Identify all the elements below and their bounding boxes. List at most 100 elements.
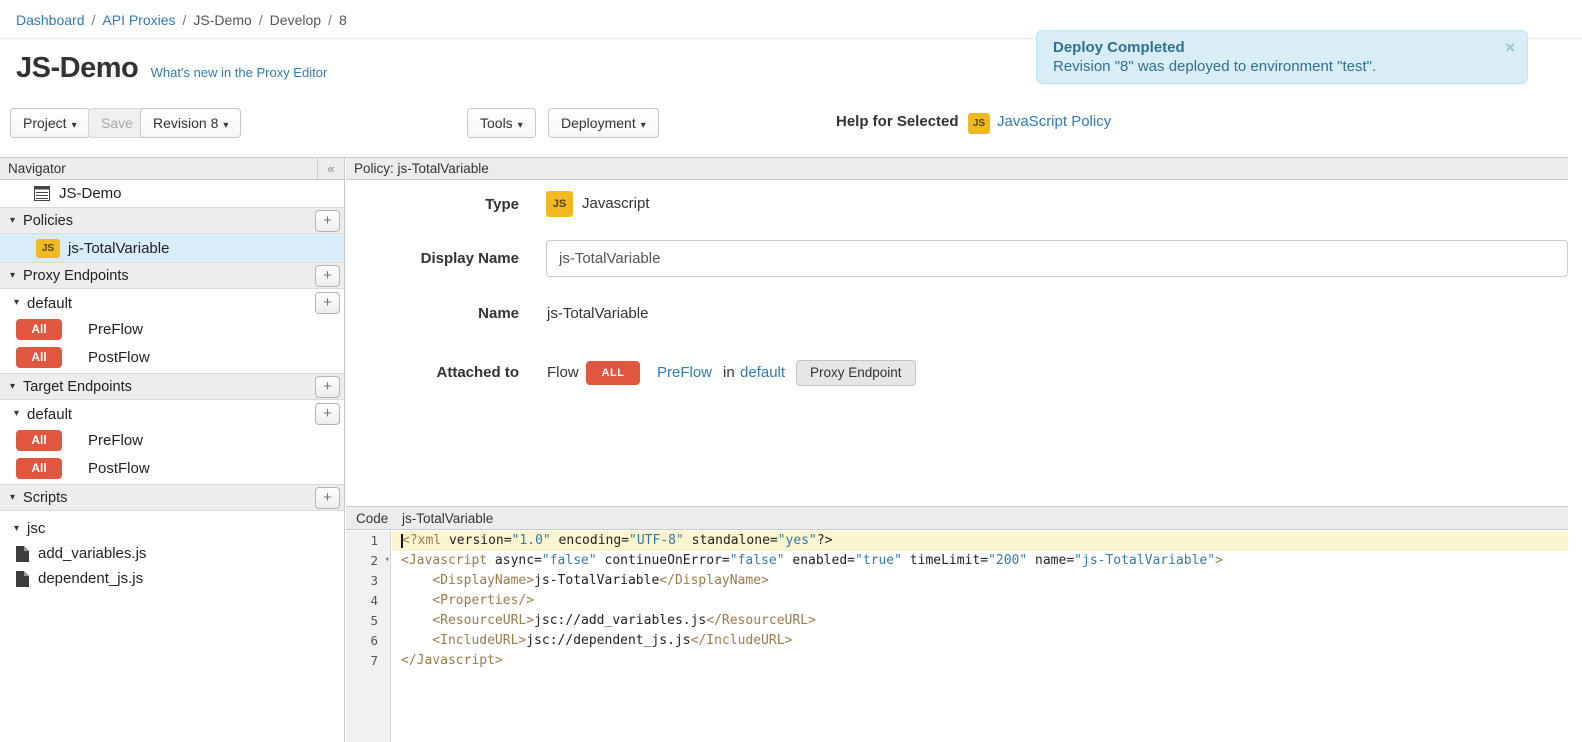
project-dropdown-button[interactable]: Project▾ [10, 108, 90, 138]
nav-item-label: add_variables.js [38, 545, 146, 562]
nav-section-policies[interactable]: ▾Policies+ [0, 207, 344, 234]
nav-item-label: default [27, 406, 72, 423]
all-condition-badge: All [16, 319, 62, 340]
nav-section-scripts[interactable]: ▾Scripts+ [0, 484, 344, 511]
nav-item-js-totalvariable[interactable]: JSjs-TotalVariable [0, 234, 344, 262]
nav-item-add-variables-js[interactable]: add_variables.js [0, 541, 344, 566]
nav-item-postflow[interactable]: AllPostFlow [0, 345, 344, 370]
line-number: 6 [370, 633, 378, 648]
add-target-endpoints-button[interactable]: + [315, 376, 340, 398]
name-value: js-TotalVariable [547, 305, 648, 322]
add-proxy-endpoints-button[interactable]: + [315, 265, 340, 287]
code-editor[interactable]: 12▾34567 <?xml version="1.0" encoding="U… [346, 531, 1568, 742]
nav-item-preflow[interactable]: AllPreFlow [0, 428, 344, 453]
breadcrumb-separator: / [92, 12, 96, 28]
add-flow-button[interactable]: + [315, 403, 340, 425]
code-token: ?> [817, 533, 833, 548]
add-scripts-button[interactable]: + [315, 487, 340, 509]
code-token: encoding= [551, 533, 629, 548]
code-token: <Properties/> [432, 593, 534, 608]
add-flow-button[interactable]: + [315, 292, 340, 314]
type-value: Javascript [582, 195, 650, 212]
tools-dropdown-button[interactable]: Tools▾ [467, 108, 536, 138]
deploy-notification: Deploy Completed Revision "8" was deploy… [1036, 30, 1528, 84]
nav-item-preflow[interactable]: AllPreFlow [0, 317, 344, 342]
breadcrumb-item-develop: Develop [270, 12, 321, 28]
nav-section-target-endpoints[interactable]: ▾ Target Endpoints + [0, 373, 344, 400]
nav-section-label: Proxy Endpoints [23, 268, 129, 284]
code-token: jsc://dependent_js.js [526, 633, 690, 648]
whats-new-link[interactable]: What's new in the Proxy Editor [151, 65, 328, 80]
code-token: <Javascript [401, 553, 487, 568]
nav-item-postflow[interactable]: AllPostFlow [0, 456, 344, 481]
save-button[interactable]: Save [88, 108, 146, 138]
code-file-name: js-TotalVariable [402, 507, 493, 530]
chevron-down-icon: ▾ [223, 120, 228, 131]
nav-item-default[interactable]: ▾ default + [0, 400, 344, 428]
code-token: </Javascript> [401, 653, 503, 668]
gutter-row: 1 [346, 531, 390, 551]
code-token: "UTF-8" [629, 533, 684, 548]
js-policy-icon: JS [546, 191, 573, 217]
nav-section-proxy-endpoints[interactable]: ▾Proxy Endpoints+ [0, 262, 344, 289]
close-icon[interactable]: × [1505, 39, 1515, 56]
collapse-sidebar-icon[interactable]: « [317, 158, 344, 179]
code-line: <IncludeURL>jsc://dependent_js.js</Inclu… [392, 631, 1568, 651]
notification-message: Revision "8" was deployed to environment… [1053, 58, 1493, 75]
chevron-down-icon: ▾ [10, 216, 15, 226]
fold-toggle-icon[interactable]: ▾ [385, 555, 390, 565]
code-token: version= [441, 533, 511, 548]
chevron-down-icon: ▾ [10, 382, 15, 392]
navigator-title: Navigator [8, 161, 66, 176]
javascript-policy-help-link[interactable]: JavaScript Policy [997, 113, 1111, 130]
notification-title: Deploy Completed [1053, 39, 1493, 56]
deployment-dropdown-button[interactable]: Deployment▾ [548, 108, 659, 138]
add-policies-button[interactable]: + [315, 210, 340, 232]
navigator-header: Navigator « [0, 158, 344, 180]
flow-word: Flow [547, 364, 579, 381]
code-token [401, 613, 432, 628]
code-token: </IncludeURL> [691, 633, 793, 648]
chevron-down-icon: ▾ [14, 409, 19, 419]
gutter-row: 3 [346, 571, 390, 591]
gutter-row: 6 [346, 631, 390, 651]
breadcrumb-item-dashboard[interactable]: Dashboard [16, 12, 85, 28]
gutter-row: 7 [346, 651, 390, 671]
code-gutter: 1 2 ▾ 345 6 7 [346, 531, 391, 742]
line-number: 7 [370, 653, 378, 668]
nav-item-default[interactable]: ▾default+ [0, 289, 344, 317]
type-row: Type JS Javascript [346, 191, 1568, 218]
breadcrumb-separator: / [328, 12, 332, 28]
code-token: "200" [988, 553, 1027, 568]
workspace: Navigator « JS-Demo▾Policies+JSjs-TotalV… [0, 157, 1568, 742]
in-word: in [723, 364, 735, 381]
gutter-row: 4 [346, 591, 390, 611]
policy-panel-header: Policy: js-TotalVariable [346, 158, 1568, 180]
preflow-link[interactable]: PreFlow [657, 364, 712, 381]
display-name-input[interactable] [546, 240, 1568, 277]
nav-section-label: Target Endpoints [23, 379, 132, 395]
chevron-down-icon: ▾ [14, 298, 19, 308]
nav-section-label: Scripts [23, 490, 67, 506]
nav-item-dependent-js-js[interactable]: dependent_js.js [0, 566, 344, 591]
revision-dropdown-button[interactable]: Revision 8▾ [140, 108, 241, 138]
code-token [401, 573, 432, 588]
line-number: 2 [370, 553, 378, 568]
default-endpoint-link[interactable]: default [740, 364, 785, 381]
policy-detail-panel: Policy: js-TotalVariable Type JS Javascr… [346, 158, 1568, 742]
nav-item-label: JS-Demo [59, 185, 122, 202]
chevron-down-icon: ▾ [518, 120, 523, 131]
nav-item-js-demo[interactable]: JS-Demo [0, 180, 344, 207]
breadcrumb-item-api-proxies[interactable]: API Proxies [102, 12, 175, 28]
nav-item-label: PostFlow [88, 460, 150, 477]
all-condition-badge: All [16, 347, 62, 368]
code-token: </ResourceURL> [706, 613, 816, 628]
code-token: <DisplayName> [432, 573, 534, 588]
type-label: Type [346, 196, 519, 213]
help-for-selected-label: Help for Selected [836, 113, 959, 130]
code-token: "false" [730, 553, 785, 568]
code-token: continueOnError= [597, 553, 730, 568]
nav-item-jsc[interactable]: ▾jsc [0, 516, 344, 541]
code-token: "1.0" [512, 533, 551, 548]
gutter-row: 5 [346, 611, 390, 631]
